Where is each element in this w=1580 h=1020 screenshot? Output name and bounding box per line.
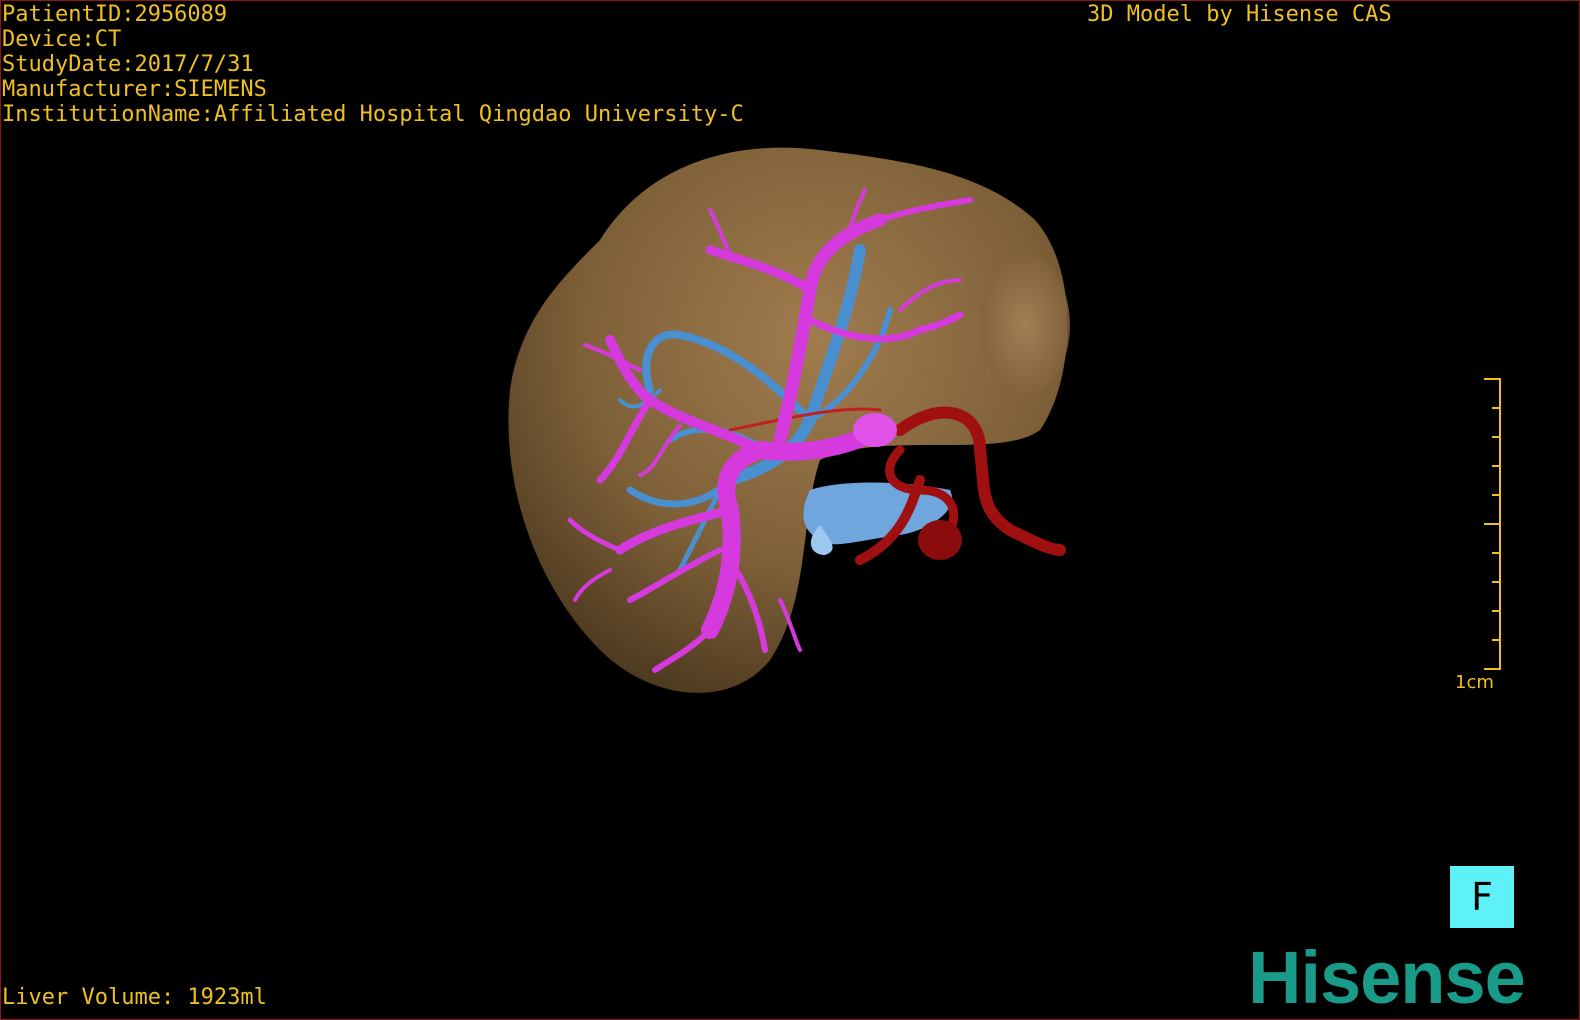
liver-3d-model-viewport[interactable]	[480, 130, 1100, 720]
patient-id: PatientID:2956089	[2, 2, 228, 27]
orientation-indicator[interactable]: F	[1450, 866, 1514, 928]
study-date: StudyDate:2017/7/31	[2, 52, 254, 77]
manufacturer: Manufacturer:SIEMENS	[2, 77, 267, 102]
device: Device:CT	[2, 27, 122, 52]
scale-label: 1cm	[1455, 672, 1494, 693]
scale-ruler	[1484, 378, 1501, 670]
hisense-logo: Hisense	[1248, 936, 1526, 1019]
institution-name: InstitutionName:Affiliated Hospital Qing…	[2, 102, 744, 127]
model-credit: 3D Model by Hisense CAS	[1087, 2, 1392, 27]
liver-volume: Liver Volume: 1923ml	[2, 985, 267, 1010]
dicom-info-overlay: PatientID:2956089 Device:CT StudyDate:20…	[2, 2, 744, 127]
